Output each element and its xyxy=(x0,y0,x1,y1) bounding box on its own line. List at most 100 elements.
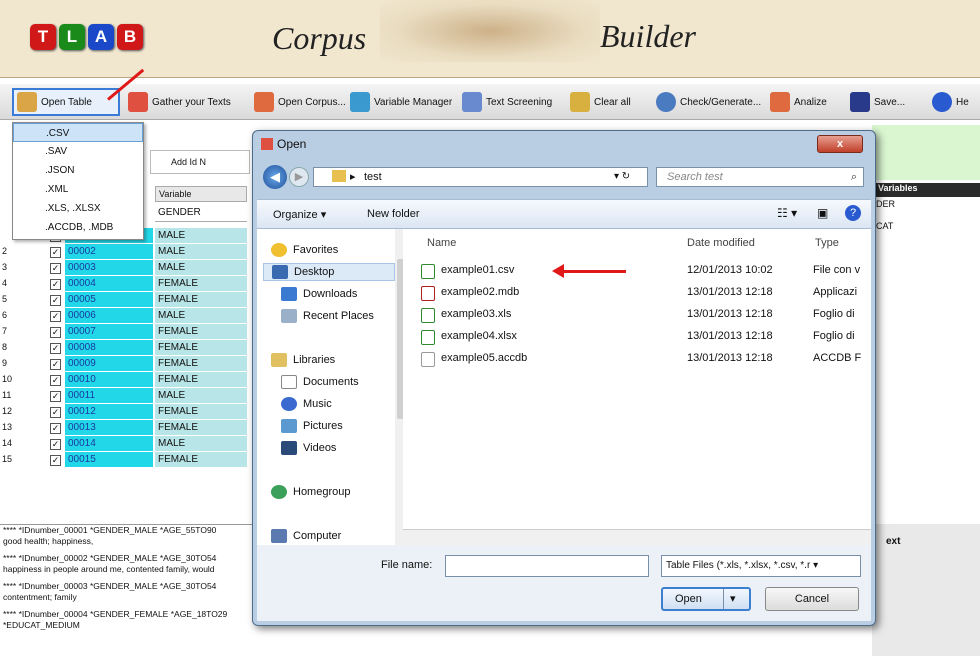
variable-manager-button[interactable]: Variable Manager xyxy=(346,88,456,116)
file-row[interactable]: example01.csv 12/01/2013 10:02 File con v xyxy=(403,261,871,281)
row-checkbox[interactable]: ✓ xyxy=(50,311,61,322)
text-screening-button[interactable]: Text Screening xyxy=(458,88,556,116)
nav-videos[interactable]: Videos xyxy=(281,439,336,457)
open-corpus-button[interactable]: Open Corpus... xyxy=(250,88,350,116)
nav-computer[interactable]: Computer xyxy=(271,527,341,545)
preview-pane-icon[interactable]: ▣ xyxy=(817,206,828,220)
row-checkbox[interactable]: ✓ xyxy=(50,263,61,274)
row-gender-cell[interactable]: MALE xyxy=(155,228,247,244)
row-id-cell[interactable]: 00003 xyxy=(65,260,153,276)
row-id-cell[interactable]: 00005 xyxy=(65,292,153,308)
row-checkbox[interactable]: ✓ xyxy=(50,343,61,354)
row-gender-cell[interactable]: FEMALE xyxy=(155,324,247,340)
nav-favorites[interactable]: Favorites xyxy=(271,241,338,259)
menu-item-sav[interactable]: .SAV xyxy=(13,142,143,161)
row-gender-cell[interactable]: FEMALE xyxy=(155,372,247,388)
column-header-type[interactable]: Type xyxy=(815,237,839,249)
file-row[interactable]: example02.mdb 13/01/2013 12:18 Applicazi xyxy=(403,283,871,303)
row-checkbox[interactable]: ✓ xyxy=(50,327,61,338)
row-checkbox[interactable]: ✓ xyxy=(50,279,61,290)
add-id-checkbox[interactable]: Add Id N xyxy=(150,150,250,174)
row-gender-cell[interactable]: FEMALE xyxy=(155,452,247,468)
menu-item-accdb-mdb[interactable]: .ACCDB, .MDB xyxy=(13,218,143,237)
forward-arrow-icon[interactable]: ▶ xyxy=(289,167,309,187)
menu-item-csv[interactable]: .CSV xyxy=(13,123,143,142)
nav-libraries[interactable]: Libraries xyxy=(271,351,335,369)
corpus-text-preview[interactable]: **** *IDnumber_00001 *GENDER_MALE *AGE_5… xyxy=(0,524,260,656)
check-generate-button[interactable]: Check/Generate... xyxy=(652,88,765,116)
breadcrumb-test[interactable]: test xyxy=(364,171,382,183)
file-name-input[interactable] xyxy=(445,555,649,577)
file-row[interactable]: example04.xlsx 13/01/2013 12:18 Foglio di xyxy=(403,327,871,347)
row-id-cell[interactable]: 00011 xyxy=(65,388,153,404)
column-header-name[interactable]: Name xyxy=(427,237,456,249)
menu-item-xml[interactable]: .XML xyxy=(13,180,143,199)
row-gender-cell[interactable]: FEMALE xyxy=(155,420,247,436)
nav-homegroup[interactable]: Homegroup xyxy=(271,483,350,501)
column-header-date[interactable]: Date modified xyxy=(687,237,755,249)
row-checkbox[interactable]: ✓ xyxy=(50,455,61,466)
help-icon[interactable]: ? xyxy=(845,205,861,221)
open-table-button[interactable]: Open Table xyxy=(12,88,120,116)
address-bar[interactable]: ▸ test ▾ ↻ xyxy=(313,167,648,187)
row-id-cell[interactable]: 00004 xyxy=(65,276,153,292)
help-button[interactable]: He xyxy=(928,88,973,116)
row-gender-cell[interactable]: MALE xyxy=(155,244,247,260)
row-id-cell[interactable]: 00002 xyxy=(65,244,153,260)
nav-recent-places[interactable]: Recent Places xyxy=(281,307,374,325)
row-checkbox[interactable]: ✓ xyxy=(50,295,61,306)
open-button[interactable]: Open ▾ xyxy=(661,587,751,611)
file-row[interactable]: example05.accdb 13/01/2013 12:18 ACCDB F xyxy=(403,349,871,369)
variable-item[interactable]: CAT xyxy=(872,211,980,241)
variable-column-header[interactable]: Variable xyxy=(155,186,247,202)
row-checkbox[interactable]: ✓ xyxy=(50,247,61,258)
file-row[interactable]: example03.xls 13/01/2013 12:18 Foglio di xyxy=(403,305,871,325)
new-folder-button[interactable]: New folder xyxy=(367,208,420,220)
row-id-cell[interactable]: 00009 xyxy=(65,356,153,372)
view-options-icon[interactable]: ☷ ▾ xyxy=(777,206,797,220)
row-checkbox[interactable]: ✓ xyxy=(50,439,61,450)
row-checkbox[interactable]: ✓ xyxy=(50,423,61,434)
clear-all-button[interactable]: Clear all xyxy=(566,88,635,116)
file-list-hscrollbar[interactable] xyxy=(403,529,871,545)
refresh-icon[interactable]: ▾ ↻ xyxy=(614,168,630,186)
row-id-cell[interactable]: 00015 xyxy=(65,452,153,468)
back-arrow-icon[interactable]: ◀ xyxy=(263,165,287,189)
menu-item-xls-xlsx[interactable]: .XLS, .XLSX xyxy=(13,199,143,218)
row-gender-cell[interactable]: MALE xyxy=(155,308,247,324)
row-gender-cell[interactable]: FEMALE xyxy=(155,340,247,356)
save-button[interactable]: Save... xyxy=(846,88,909,116)
organize-button[interactable]: Organize ▾ xyxy=(273,208,326,221)
row-gender-cell[interactable]: FEMALE xyxy=(155,404,247,420)
nav-documents[interactable]: Documents xyxy=(281,373,359,391)
close-button[interactable]: x xyxy=(817,135,863,153)
row-id-cell[interactable]: 00006 xyxy=(65,308,153,324)
file-type-select[interactable]: Table Files (*.xls, *.xlsx, *.csv, *.r ▾ xyxy=(661,555,861,577)
nav-downloads[interactable]: Downloads xyxy=(281,285,357,303)
row-gender-cell[interactable]: MALE xyxy=(155,388,247,404)
row-id-cell[interactable]: 00007 xyxy=(65,324,153,340)
menu-item-json[interactable]: .JSON xyxy=(13,161,143,180)
row-id-cell[interactable]: 00008 xyxy=(65,340,153,356)
nav-music[interactable]: Music xyxy=(281,395,332,413)
row-checkbox[interactable]: ✓ xyxy=(50,375,61,386)
row-id-cell[interactable]: 00012 xyxy=(65,404,153,420)
row-gender-cell[interactable]: FEMALE xyxy=(155,276,247,292)
analize-button[interactable]: Analize xyxy=(766,88,831,116)
row-checkbox[interactable]: ✓ xyxy=(50,391,61,402)
row-checkbox[interactable]: ✓ xyxy=(50,359,61,370)
variable-item[interactable]: DER xyxy=(872,197,980,211)
row-checkbox[interactable]: ✓ xyxy=(50,407,61,418)
row-id-cell[interactable]: 00014 xyxy=(65,436,153,452)
row-gender-cell[interactable]: FEMALE xyxy=(155,292,247,308)
open-split-arrow-icon[interactable]: ▾ xyxy=(723,589,736,609)
cancel-button[interactable]: Cancel xyxy=(765,587,859,611)
row-id-cell[interactable]: 00010 xyxy=(65,372,153,388)
nav-pictures[interactable]: Pictures xyxy=(281,417,343,435)
row-id-cell[interactable]: 00013 xyxy=(65,420,153,436)
row-gender-cell[interactable]: MALE xyxy=(155,436,247,452)
row-gender-cell[interactable]: FEMALE xyxy=(155,356,247,372)
row-gender-cell[interactable]: MALE xyxy=(155,260,247,276)
search-input[interactable]: Search test ⌕ xyxy=(656,167,864,187)
gather-texts-button[interactable]: Gather your Texts xyxy=(124,88,235,116)
